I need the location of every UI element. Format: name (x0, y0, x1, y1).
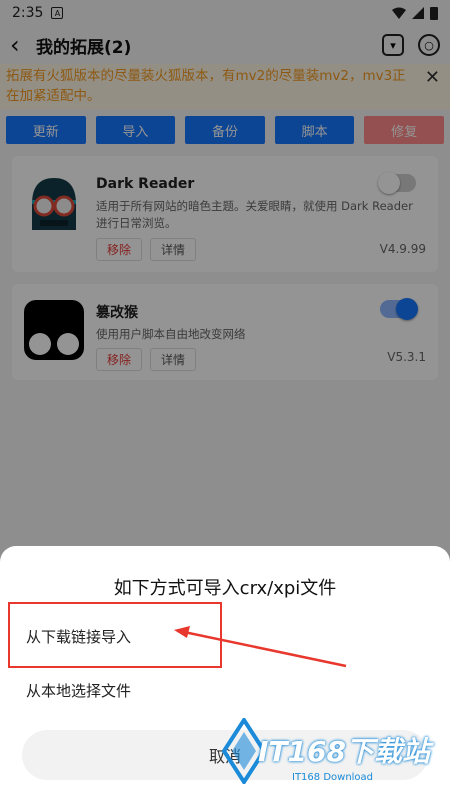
annotation-arrow-icon (174, 626, 347, 668)
watermark-sub: IT168 Download (292, 772, 374, 783)
watermark: IT168下载站 IT168 Download (218, 716, 446, 788)
import-from-local-option[interactable]: 从本地选择文件 (26, 680, 131, 701)
sheet-title: 如下方式可导入crx/xpi文件 (113, 578, 337, 599)
watermark-brand: IT168下载站 (258, 735, 430, 768)
